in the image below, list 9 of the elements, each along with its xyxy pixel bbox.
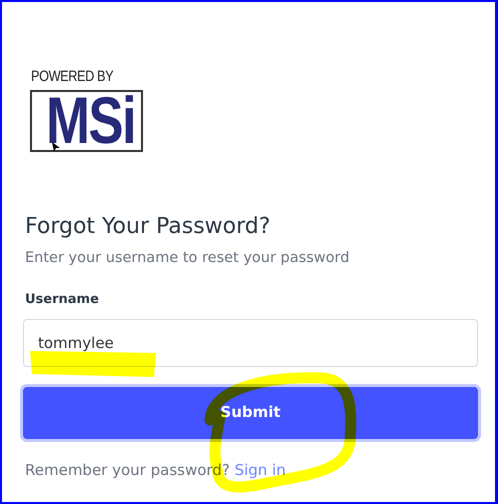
logo-tagline: POWERED BY bbox=[31, 69, 114, 84]
submit-button[interactable]: Submit bbox=[23, 386, 478, 439]
signin-link[interactable]: Sign in bbox=[234, 460, 286, 479]
logo: MSi bbox=[30, 90, 143, 152]
field-label: Username bbox=[25, 291, 100, 310]
page-title: Forgot Your Password? bbox=[25, 214, 272, 240]
cursor-icon bbox=[52, 142, 60, 152]
username-field[interactable]: tommylee bbox=[23, 318, 478, 367]
page-subtitle: Enter your username to reset your password bbox=[25, 249, 350, 268]
